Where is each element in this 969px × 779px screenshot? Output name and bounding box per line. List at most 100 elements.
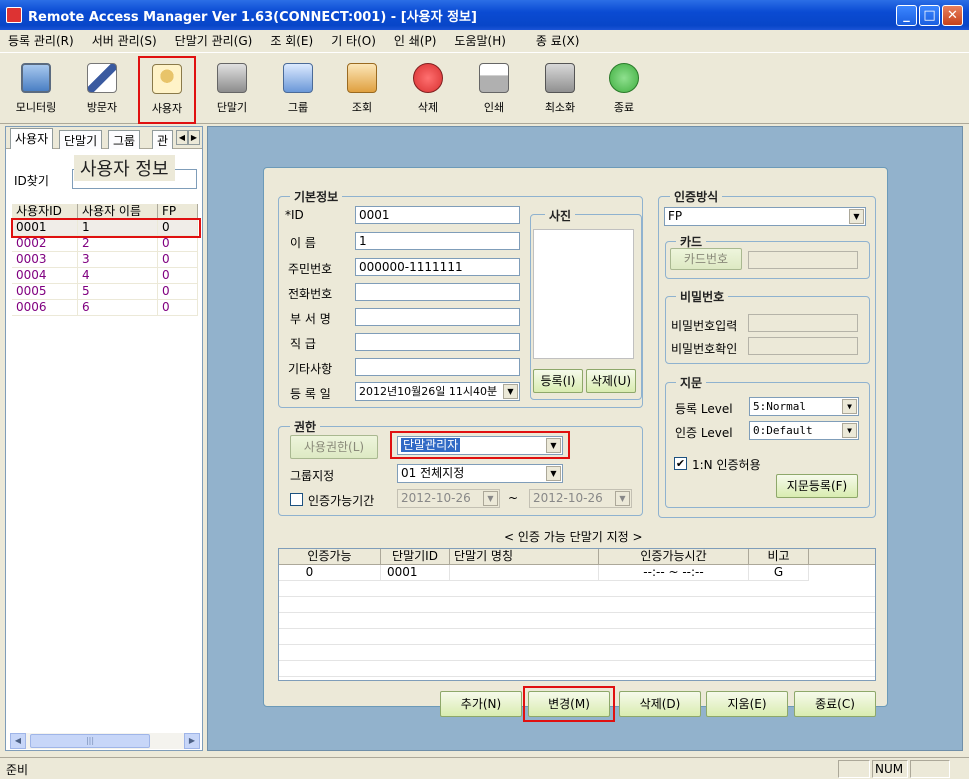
card-number-button[interactable]: 카드번호 [670, 248, 742, 270]
delete-button[interactable]: 삭제(D) [619, 691, 701, 717]
table-row[interactable]: 0 0001 --:-- ~ --:-- G [279, 565, 809, 581]
chevron-down-icon[interactable]: ▼ [546, 438, 561, 453]
menu-help[interactable]: 도움말(H) [454, 32, 506, 49]
menu-query[interactable]: 조 회(E) [270, 32, 313, 49]
scroll-left-icon[interactable]: ◀ [10, 733, 26, 749]
user-permission-button[interactable]: 사용권한(L) [290, 435, 378, 459]
chevron-down-icon[interactable]: ▼ [503, 384, 518, 399]
role-select[interactable]: 단말관리자 ▼ [397, 436, 563, 455]
menu-registration[interactable]: 등록 관리(R) [8, 32, 74, 49]
menu-exit[interactable]: 종 료(X) [536, 32, 579, 49]
reg-level-select[interactable]: 5:Normal ▼ [749, 397, 859, 416]
tab-group[interactable]: 그룹 [108, 130, 141, 149]
period-start-picker[interactable]: 2012-10-26 ▼ [397, 489, 500, 508]
toolbar-user-button[interactable]: 사용자 [138, 56, 196, 124]
basic-info-title: 기본정보 [290, 188, 343, 205]
photo-register-button[interactable]: 등록(I) [533, 369, 583, 393]
table-row[interactable]: 0003 3 0 [12, 252, 198, 268]
menu-server[interactable]: 서버 관리(S) [92, 32, 157, 49]
phone-field[interactable] [355, 283, 520, 301]
period-end-picker[interactable]: 2012-10-26 ▼ [529, 489, 632, 508]
chevron-down-icon[interactable]: ▼ [842, 423, 857, 438]
chevron-down-icon[interactable]: ▼ [849, 209, 864, 224]
chevron-down-icon[interactable]: ▼ [546, 466, 561, 481]
rrn-field[interactable]: 000000-1111111 [355, 258, 520, 276]
empty-row [279, 581, 875, 597]
photo-delete-button[interactable]: 삭제(U) [586, 369, 636, 393]
group-assign-select[interactable]: 01 전체지정 ▼ [397, 464, 563, 483]
tab-right-arrow-icon[interactable]: ▶ [188, 130, 200, 145]
toolbar-label: 인쇄 [483, 101, 505, 114]
menu-print[interactable]: 인 쇄(P) [394, 32, 437, 49]
printer-icon [479, 63, 509, 93]
column-auth-time[interactable]: 인증가능시간 [599, 549, 749, 565]
maximize-button[interactable]: □ [919, 4, 940, 26]
name-field[interactable]: 1 [355, 232, 520, 250]
column-user-id[interactable]: 사용자ID [12, 204, 78, 219]
card-number-field[interactable] [748, 251, 858, 269]
toolbar-label: 조회 [351, 101, 373, 114]
toolbar-exit-button[interactable]: 종료 [596, 59, 652, 121]
toolbar-visitor-button[interactable]: 방문자 [74, 59, 130, 121]
cell-terminal-id: 0001 [381, 565, 450, 580]
table-row[interactable]: 0002 2 0 [12, 236, 198, 252]
form-close-button[interactable]: 종료(C) [794, 691, 876, 717]
horizontal-scrollbar[interactable]: ◀ ||| ▶ [10, 733, 200, 749]
chevron-down-icon[interactable]: ▼ [842, 399, 857, 414]
menu-terminal[interactable]: 단말기 관리(G) [175, 32, 253, 49]
auth-method-select[interactable]: FP ▼ [664, 207, 866, 226]
password-confirm-field[interactable] [748, 337, 858, 355]
column-user-name[interactable]: 사용자 이름 [78, 204, 158, 219]
column-note[interactable]: 비고 [749, 549, 809, 565]
etc-field[interactable] [355, 358, 520, 376]
id-search-label: ID찾기 [14, 174, 49, 188]
toolbar-monitoring-button[interactable]: 모니터링 [8, 59, 64, 121]
one-to-n-checkbox[interactable]: ✔ [674, 457, 687, 470]
cell-user-name: 3 [78, 252, 158, 267]
chevron-down-icon[interactable]: ▼ [483, 491, 498, 506]
column-terminal-id[interactable]: 단말기ID [381, 549, 450, 565]
fingerprint-register-button[interactable]: 지문등록(F) [776, 474, 858, 498]
terminal-device-icon [217, 63, 247, 93]
regdate-picker[interactable]: 2012년10월26일 11시40분 ▼ [355, 382, 520, 401]
close-button[interactable]: ✕ [942, 4, 963, 26]
minimize-button[interactable]: _ [896, 4, 917, 26]
column-auth[interactable]: 인증가능 [279, 549, 381, 565]
add-button[interactable]: 추가(N) [440, 691, 522, 717]
tab-user[interactable]: 사용자 [10, 128, 54, 149]
scroll-right-icon[interactable]: ▶ [184, 733, 200, 749]
toolbar-terminal-button[interactable]: 단말기 [204, 59, 260, 121]
toolbar-print-button[interactable]: 인쇄 [466, 59, 522, 121]
chevron-down-icon[interactable]: ▼ [615, 491, 630, 506]
menu-bar: 등록 관리(R) 서버 관리(S) 단말기 관리(G) 조 회(E) 기 타(O… [0, 30, 969, 50]
cell-fp: 0 [158, 236, 198, 251]
table-row[interactable]: 0005 5 0 [12, 284, 198, 300]
toolbar-query-button[interactable]: 조회 [334, 59, 390, 121]
auth-period-checkbox[interactable] [290, 493, 303, 506]
group-assign-label: 그룹지정 [290, 469, 335, 483]
column-fp[interactable]: FP [158, 204, 198, 219]
scroll-thumb[interactable]: ||| [30, 734, 150, 748]
id-field[interactable]: 0001 [355, 206, 520, 224]
tab-more[interactable]: 관 [152, 130, 174, 149]
tab-left-arrow-icon[interactable]: ◀ [176, 130, 188, 145]
fingerprint-title: 지문 [676, 374, 707, 391]
cell-fp: 0 [158, 300, 198, 315]
tab-terminal[interactable]: 단말기 [59, 130, 103, 149]
change-button[interactable]: 변경(M) [528, 691, 610, 717]
column-terminal-name[interactable]: 단말기 명칭 [450, 549, 599, 565]
table-row[interactable]: 0006 6 0 [12, 300, 198, 316]
status-bar: 준비 NUM [0, 757, 969, 779]
menu-etc[interactable]: 기 타(O) [331, 32, 376, 49]
position-field[interactable] [355, 333, 520, 351]
table-row[interactable]: 0004 4 0 [12, 268, 198, 284]
cell-terminal-name [450, 565, 599, 580]
toolbar: 모니터링 방문자 사용자 단말기 그룹 조회 삭제 인쇄 최소화 종료 [0, 52, 969, 124]
toolbar-minimize-button[interactable]: 최소화 [532, 59, 588, 121]
toolbar-group-button[interactable]: 그룹 [270, 59, 326, 121]
password-input-field[interactable] [748, 314, 858, 332]
clear-button[interactable]: 지움(E) [706, 691, 788, 717]
auth-level-select[interactable]: 0:Default ▼ [749, 421, 859, 440]
dept-field[interactable] [355, 308, 520, 326]
toolbar-delete-button[interactable]: 삭제 [400, 59, 456, 121]
